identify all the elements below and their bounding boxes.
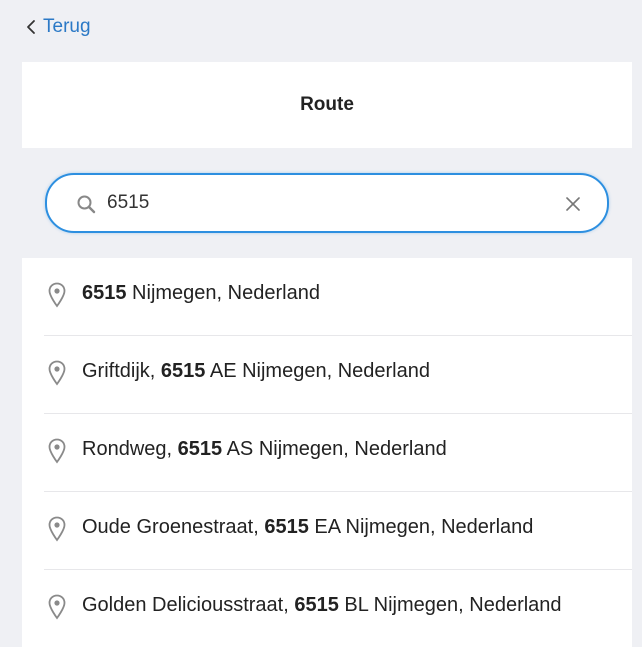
search-input[interactable]: [107, 189, 547, 217]
location-pin-icon: [48, 516, 66, 542]
page-title: Route: [300, 94, 354, 115]
result-text: Golden Deliciousstraat, 6515 BL Nijmegen…: [82, 594, 562, 616]
result-text: 6515 Nijmegen, Nederland: [82, 282, 320, 304]
back-link-label: Terug: [43, 16, 91, 37]
header-card: Route: [22, 62, 632, 148]
result-text: Griftdijk, 6515 AE Nijmegen, Nederland: [82, 360, 430, 382]
result-item[interactable]: Oude Groenestraat, 6515 EA Nijmegen, Ned…: [44, 492, 632, 570]
location-pin-icon: [48, 438, 66, 464]
result-item[interactable]: 6515 Nijmegen, Nederland: [44, 258, 632, 336]
location-pin-icon: [48, 282, 66, 308]
result-text: Rondweg, 6515 AS Nijmegen, Nederland: [82, 438, 447, 460]
back-link[interactable]: Terug: [26, 15, 91, 39]
location-pin-icon: [48, 594, 66, 620]
close-icon[interactable]: [566, 197, 580, 211]
result-item[interactable]: Rondweg, 6515 AS Nijmegen, Nederland: [44, 414, 632, 492]
search-box: [45, 173, 609, 233]
location-pin-icon: [48, 360, 66, 386]
chevron-left-icon: [27, 20, 35, 34]
search-icon: [77, 195, 96, 214]
result-item[interactable]: Griftdijk, 6515 AE Nijmegen, Nederland: [44, 336, 632, 414]
results-list: 6515 Nijmegen, Nederland Griftdijk, 6515…: [22, 258, 632, 647]
result-item[interactable]: Golden Deliciousstraat, 6515 BL Nijmegen…: [44, 570, 632, 647]
result-text: Oude Groenestraat, 6515 EA Nijmegen, Ned…: [82, 516, 534, 538]
